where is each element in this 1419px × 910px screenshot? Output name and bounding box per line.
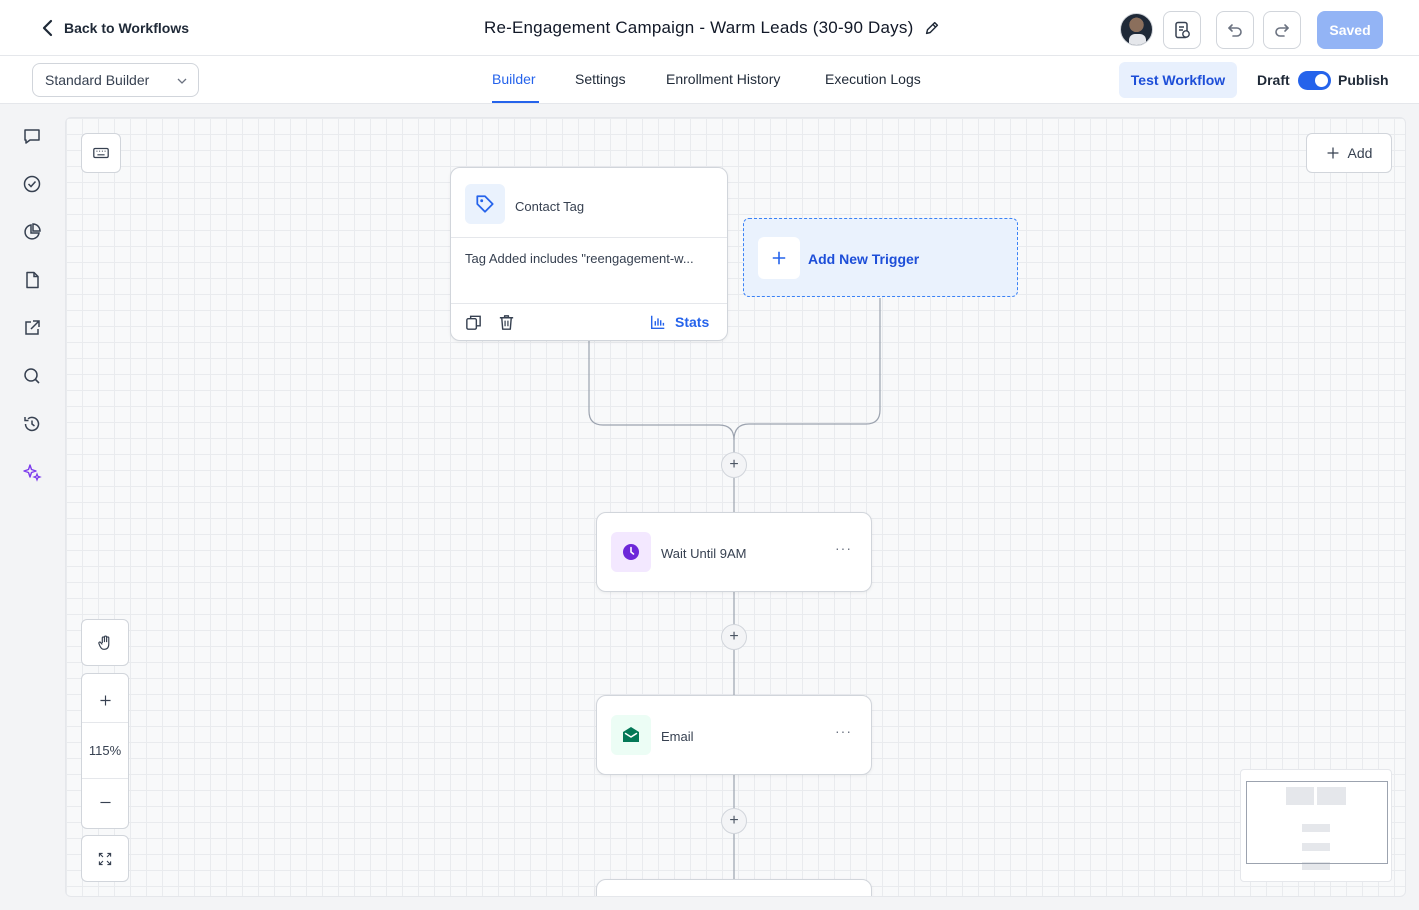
redo-icon xyxy=(1275,24,1289,37)
minus-icon xyxy=(99,801,111,803)
left-sidebar xyxy=(0,104,64,910)
plus-icon xyxy=(758,237,800,279)
check-circle-icon[interactable] xyxy=(21,173,43,195)
add-label: Add xyxy=(1347,145,1373,161)
document-check-icon xyxy=(1175,21,1190,39)
trash-icon[interactable] xyxy=(497,313,516,332)
copy-icon[interactable] xyxy=(464,313,483,332)
expand-icon xyxy=(98,852,112,865)
redo-button[interactable] xyxy=(1263,11,1301,49)
stats-label: Stats xyxy=(675,314,710,330)
connector-lines xyxy=(588,298,881,883)
back-to-workflows-link[interactable]: Back to Workflows xyxy=(40,18,189,38)
zoom-level: 115% xyxy=(88,742,122,758)
workflow-log-button[interactable] xyxy=(1163,11,1201,49)
zoom-in-button[interactable] xyxy=(82,674,128,726)
chevron-down-icon xyxy=(177,78,187,84)
saved-button[interactable]: Saved xyxy=(1317,11,1383,49)
undo-button[interactable] xyxy=(1216,11,1254,49)
trigger-node-contact-tag[interactable]: Contact Tag Tag Added includes "reengage… xyxy=(450,167,728,341)
workflow-title[interactable]: Re-Engagement Campaign - Warm Leads (30-… xyxy=(484,18,941,38)
keyboard-shortcuts-button[interactable] xyxy=(81,133,121,173)
tab-enrollment-history[interactable]: Enrollment History xyxy=(666,71,780,87)
sparkles-icon[interactable] xyxy=(21,461,43,483)
pan-tool-button[interactable] xyxy=(81,619,129,666)
tab-settings[interactable]: Settings xyxy=(575,71,626,87)
more-options-icon[interactable]: ··· xyxy=(835,540,852,556)
top-bar: Back to Workflows Re-Engagement Campaign… xyxy=(0,0,1419,56)
bar-chart-icon xyxy=(650,315,665,330)
email-icon xyxy=(611,715,651,755)
zoom-controls: 115% xyxy=(81,673,129,829)
tag-icon xyxy=(465,184,505,224)
avatar[interactable] xyxy=(1120,13,1153,46)
add-new-trigger-button[interactable]: Add New Trigger xyxy=(743,218,1018,297)
wait-node-label: Wait Until 9AM xyxy=(661,546,747,561)
add-new-trigger-label: Add New Trigger xyxy=(808,251,920,267)
active-tab-indicator xyxy=(492,101,539,103)
tab-builder[interactable]: Builder xyxy=(492,71,536,87)
add-step-button[interactable]: + xyxy=(721,624,747,650)
action-node-wait[interactable]: Wait Until 9AM ··· xyxy=(596,512,872,592)
keyboard-icon xyxy=(93,147,109,159)
back-label: Back to Workflows xyxy=(64,20,189,36)
minimap-viewport[interactable] xyxy=(1246,781,1388,864)
document-icon[interactable] xyxy=(21,269,43,291)
divider xyxy=(451,237,727,238)
chat-icon[interactable] xyxy=(21,125,43,147)
builder-mode-value: Standard Builder xyxy=(45,72,150,88)
action-node-next[interactable] xyxy=(596,879,872,896)
email-node-label: Email xyxy=(661,729,694,744)
publish-toggle[interactable] xyxy=(1298,71,1331,90)
workflow-canvas[interactable]: Add Contact Tag Tag Added includes "reen… xyxy=(65,117,1406,897)
undo-icon xyxy=(1228,24,1242,37)
trigger-title: Contact Tag xyxy=(515,199,585,214)
stats-button[interactable]: Stats xyxy=(649,313,709,331)
plus-icon xyxy=(1327,147,1338,159)
add-step-button[interactable]: + xyxy=(721,808,747,834)
add-button[interactable]: Add xyxy=(1306,133,1392,173)
zoom-out-button[interactable] xyxy=(82,776,128,828)
search-icon[interactable] xyxy=(21,365,43,387)
fit-view-button[interactable] xyxy=(81,835,129,882)
hand-icon xyxy=(98,634,110,650)
minimap[interactable] xyxy=(1240,769,1392,882)
test-workflow-button[interactable]: Test Workflow xyxy=(1119,62,1237,98)
more-options-icon[interactable]: ··· xyxy=(835,723,852,739)
pie-chart-icon[interactable] xyxy=(21,221,43,243)
draft-label: Draft xyxy=(1257,72,1290,88)
divider xyxy=(451,303,727,304)
trigger-condition: Tag Added includes "reengagement-w... xyxy=(465,251,694,266)
add-step-button[interactable]: + xyxy=(721,452,747,478)
plus-icon xyxy=(99,694,111,706)
workflow-title-text: Re-Engagement Campaign - Warm Leads (30-… xyxy=(484,18,914,37)
builder-mode-select[interactable]: Standard Builder xyxy=(32,63,199,97)
publish-label: Publish xyxy=(1338,72,1389,88)
history-icon[interactable] xyxy=(21,413,43,435)
clock-icon xyxy=(611,532,651,572)
tab-execution-logs[interactable]: Execution Logs xyxy=(825,71,921,87)
chevron-left-icon xyxy=(42,19,53,37)
pencil-icon[interactable] xyxy=(923,19,941,37)
external-link-icon[interactable] xyxy=(21,317,43,339)
action-node-email[interactable]: Email ··· xyxy=(596,695,872,775)
sub-bar: Standard Builder Builder Settings Enroll… xyxy=(0,56,1419,104)
